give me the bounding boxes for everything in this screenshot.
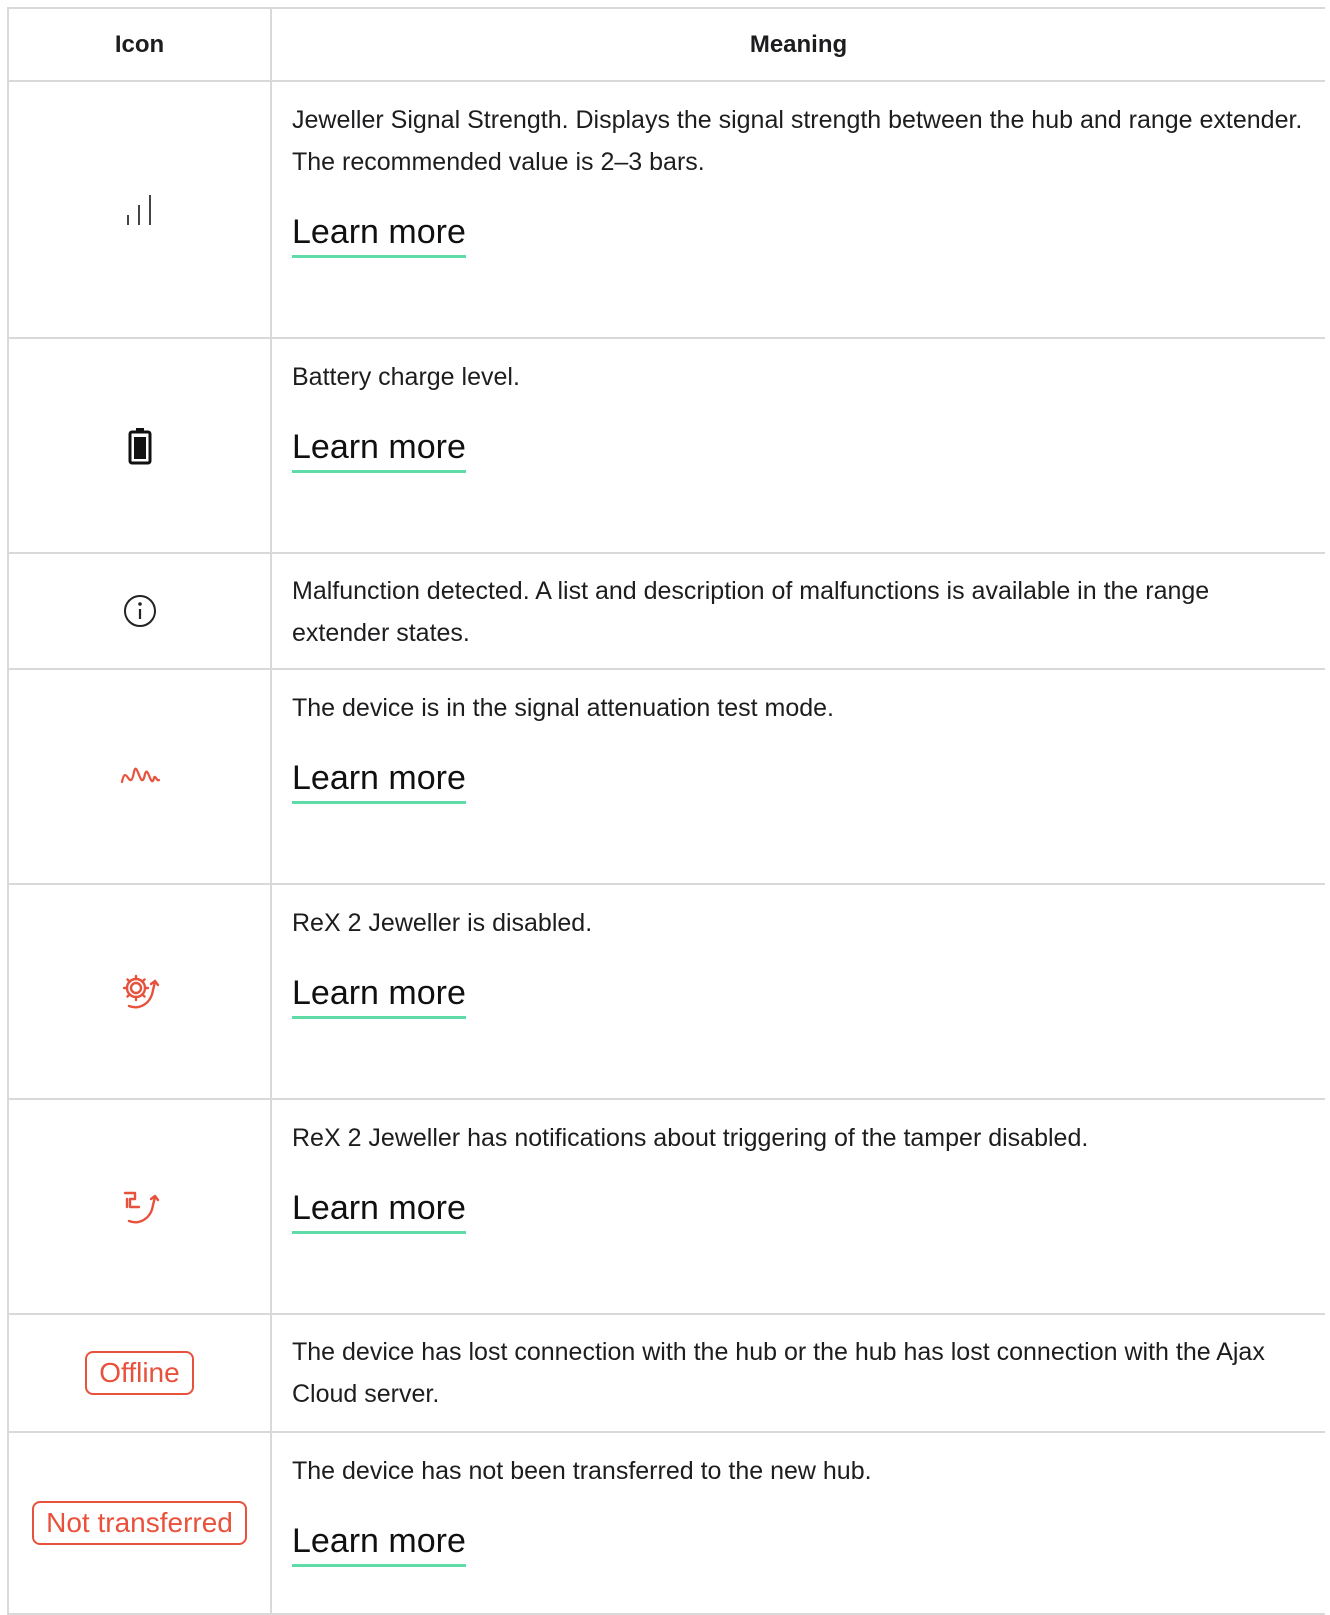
- table-row: The device is in the signal attenuation …: [9, 670, 1325, 885]
- learn-more-link[interactable]: Learn more: [292, 211, 466, 258]
- attenuation-wave-icon: [120, 764, 160, 790]
- device-disabled-icon: [119, 972, 161, 1012]
- table-row: Not transferred The device has not been …: [9, 1433, 1325, 1615]
- table-row: Malfunction detected. A list and descrip…: [9, 554, 1325, 670]
- table-header-row: Icon Meaning: [9, 9, 1325, 82]
- table-row: ReX 2 Jeweller is disabled. Learn more: [9, 885, 1325, 1100]
- row-description: ReX 2 Jeweller is disabled.: [292, 909, 593, 937]
- row-description: Malfunction detected. A list and descrip…: [292, 577, 1210, 647]
- battery-icon: [128, 427, 152, 465]
- row-description: Battery charge level.: [292, 363, 520, 391]
- tamper-disabled-icon: [119, 1187, 161, 1227]
- header-icon: Icon: [9, 9, 272, 80]
- signal-strength-icon: [122, 193, 158, 227]
- row-description: The device has lost connection with the …: [292, 1338, 1265, 1408]
- icon-meaning-table: Icon Meaning Jeweller Signal Strength. D…: [7, 7, 1325, 1615]
- learn-more-link[interactable]: Learn more: [292, 1520, 466, 1567]
- table-row: Offline The device has lost connection w…: [9, 1315, 1325, 1433]
- offline-badge: Offline: [85, 1351, 194, 1395]
- row-description: The device has not been transferred to t…: [292, 1457, 872, 1485]
- table-row: Battery charge level. Learn more: [9, 339, 1325, 554]
- not-transferred-badge: Not transferred: [32, 1501, 247, 1545]
- header-meaning: Meaning: [749, 30, 848, 58]
- table-row: ReX 2 Jeweller has notifications about t…: [9, 1100, 1325, 1315]
- learn-more-link[interactable]: Learn more: [292, 757, 466, 804]
- row-description: Jeweller Signal Strength. Displays the s…: [292, 106, 1303, 176]
- learn-more-link[interactable]: Learn more: [292, 1187, 466, 1234]
- row-description: The device is in the signal attenuation …: [292, 694, 834, 722]
- info-icon: [122, 593, 158, 629]
- table-row: Jeweller Signal Strength. Displays the s…: [9, 82, 1325, 339]
- learn-more-link[interactable]: Learn more: [292, 972, 466, 1019]
- learn-more-link[interactable]: Learn more: [292, 426, 466, 473]
- row-description: ReX 2 Jeweller has notifications about t…: [292, 1124, 1089, 1152]
